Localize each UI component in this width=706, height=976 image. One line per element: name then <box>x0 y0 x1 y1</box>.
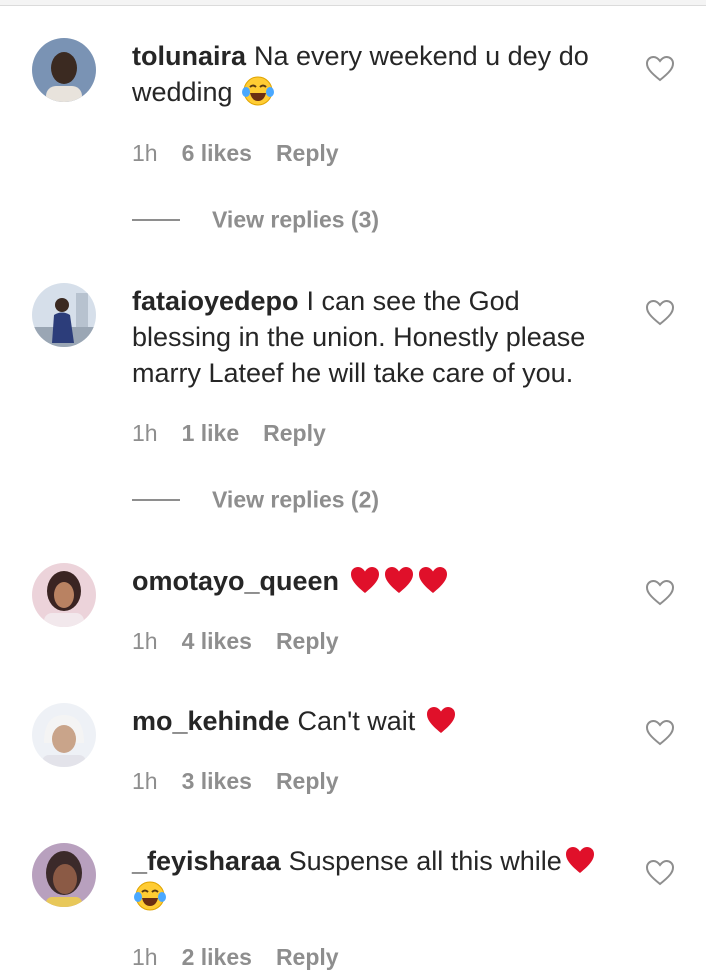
like-heart-icon[interactable] <box>646 580 674 608</box>
avatar[interactable] <box>32 38 96 102</box>
comment-time: 1h <box>132 944 158 970</box>
comment-meta: 1h 1 like Reply <box>132 419 326 447</box>
reply-button[interactable]: Reply <box>263 419 326 447</box>
comment-text: omotayo_queen <box>132 563 612 599</box>
like-heart-icon[interactable] <box>646 56 674 84</box>
avatar[interactable] <box>32 563 96 627</box>
like-heart-icon[interactable] <box>646 860 674 888</box>
red-heart-icon <box>564 845 596 875</box>
face-with-tears-of-joy-icon <box>134 881 166 911</box>
view-replies-button[interactable]: View replies (2) <box>132 485 379 515</box>
comment-time: 1h <box>132 140 158 166</box>
reply-button[interactable]: Reply <box>276 627 339 655</box>
view-replies-label: View replies (2) <box>212 486 380 513</box>
view-replies-label: View replies (3) <box>212 206 380 233</box>
likes-count[interactable]: 6 likes <box>182 139 252 167</box>
comment-text: fataioyedepo I can see the God blessing i… <box>132 283 612 391</box>
comment-body: Suspense all this while <box>288 846 562 876</box>
comment-body: Can't wait <box>297 706 416 736</box>
avatar[interactable] <box>32 283 96 347</box>
likes-count[interactable]: 1 like <box>182 419 240 447</box>
avatar[interactable] <box>32 843 96 907</box>
comment-username[interactable]: tolunaira <box>132 41 246 71</box>
comment-username[interactable]: _feyisharaa <box>132 846 281 876</box>
comment-time: 1h <box>132 628 158 654</box>
red-heart-icon <box>349 565 381 595</box>
replies-divider-line <box>132 218 180 221</box>
red-heart-icon <box>417 565 449 595</box>
comment-meta: 1h 3 likes Reply <box>132 767 339 795</box>
top-divider <box>0 0 706 6</box>
comment-meta: 1h 4 likes Reply <box>132 627 339 655</box>
likes-count[interactable]: 2 likes <box>182 943 252 971</box>
reply-button[interactable]: Reply <box>276 943 339 971</box>
view-replies-button[interactable]: View replies (3) <box>132 205 379 235</box>
comment-meta: 1h 6 likes Reply <box>132 139 339 167</box>
likes-count[interactable]: 4 likes <box>182 627 252 655</box>
comment-time: 1h <box>132 768 158 794</box>
like-heart-icon[interactable] <box>646 720 674 748</box>
red-heart-icon <box>425 705 457 735</box>
avatar[interactable] <box>32 703 96 767</box>
like-heart-icon[interactable] <box>646 300 674 328</box>
comment-text: _feyisharaa Suspense all this while <box>132 843 612 915</box>
red-heart-icon <box>383 565 415 595</box>
comment-meta: 1h 2 likes Reply <box>132 943 339 971</box>
comment-username[interactable]: fataioyedepo <box>132 286 299 316</box>
comment-username[interactable]: mo_kehinde <box>132 706 290 736</box>
reply-button[interactable]: Reply <box>276 767 339 795</box>
comment-username[interactable]: omotayo_queen <box>132 566 339 596</box>
likes-count[interactable]: 3 likes <box>182 767 252 795</box>
comment-time: 1h <box>132 420 158 446</box>
comment-text: mo_kehinde Can't wait <box>132 703 612 739</box>
replies-divider-line <box>132 498 180 501</box>
comment-text: tolunaira Na every weekend u dey do weddi… <box>132 38 612 110</box>
face-with-tears-of-joy-icon <box>242 76 275 106</box>
reply-button[interactable]: Reply <box>276 139 339 167</box>
